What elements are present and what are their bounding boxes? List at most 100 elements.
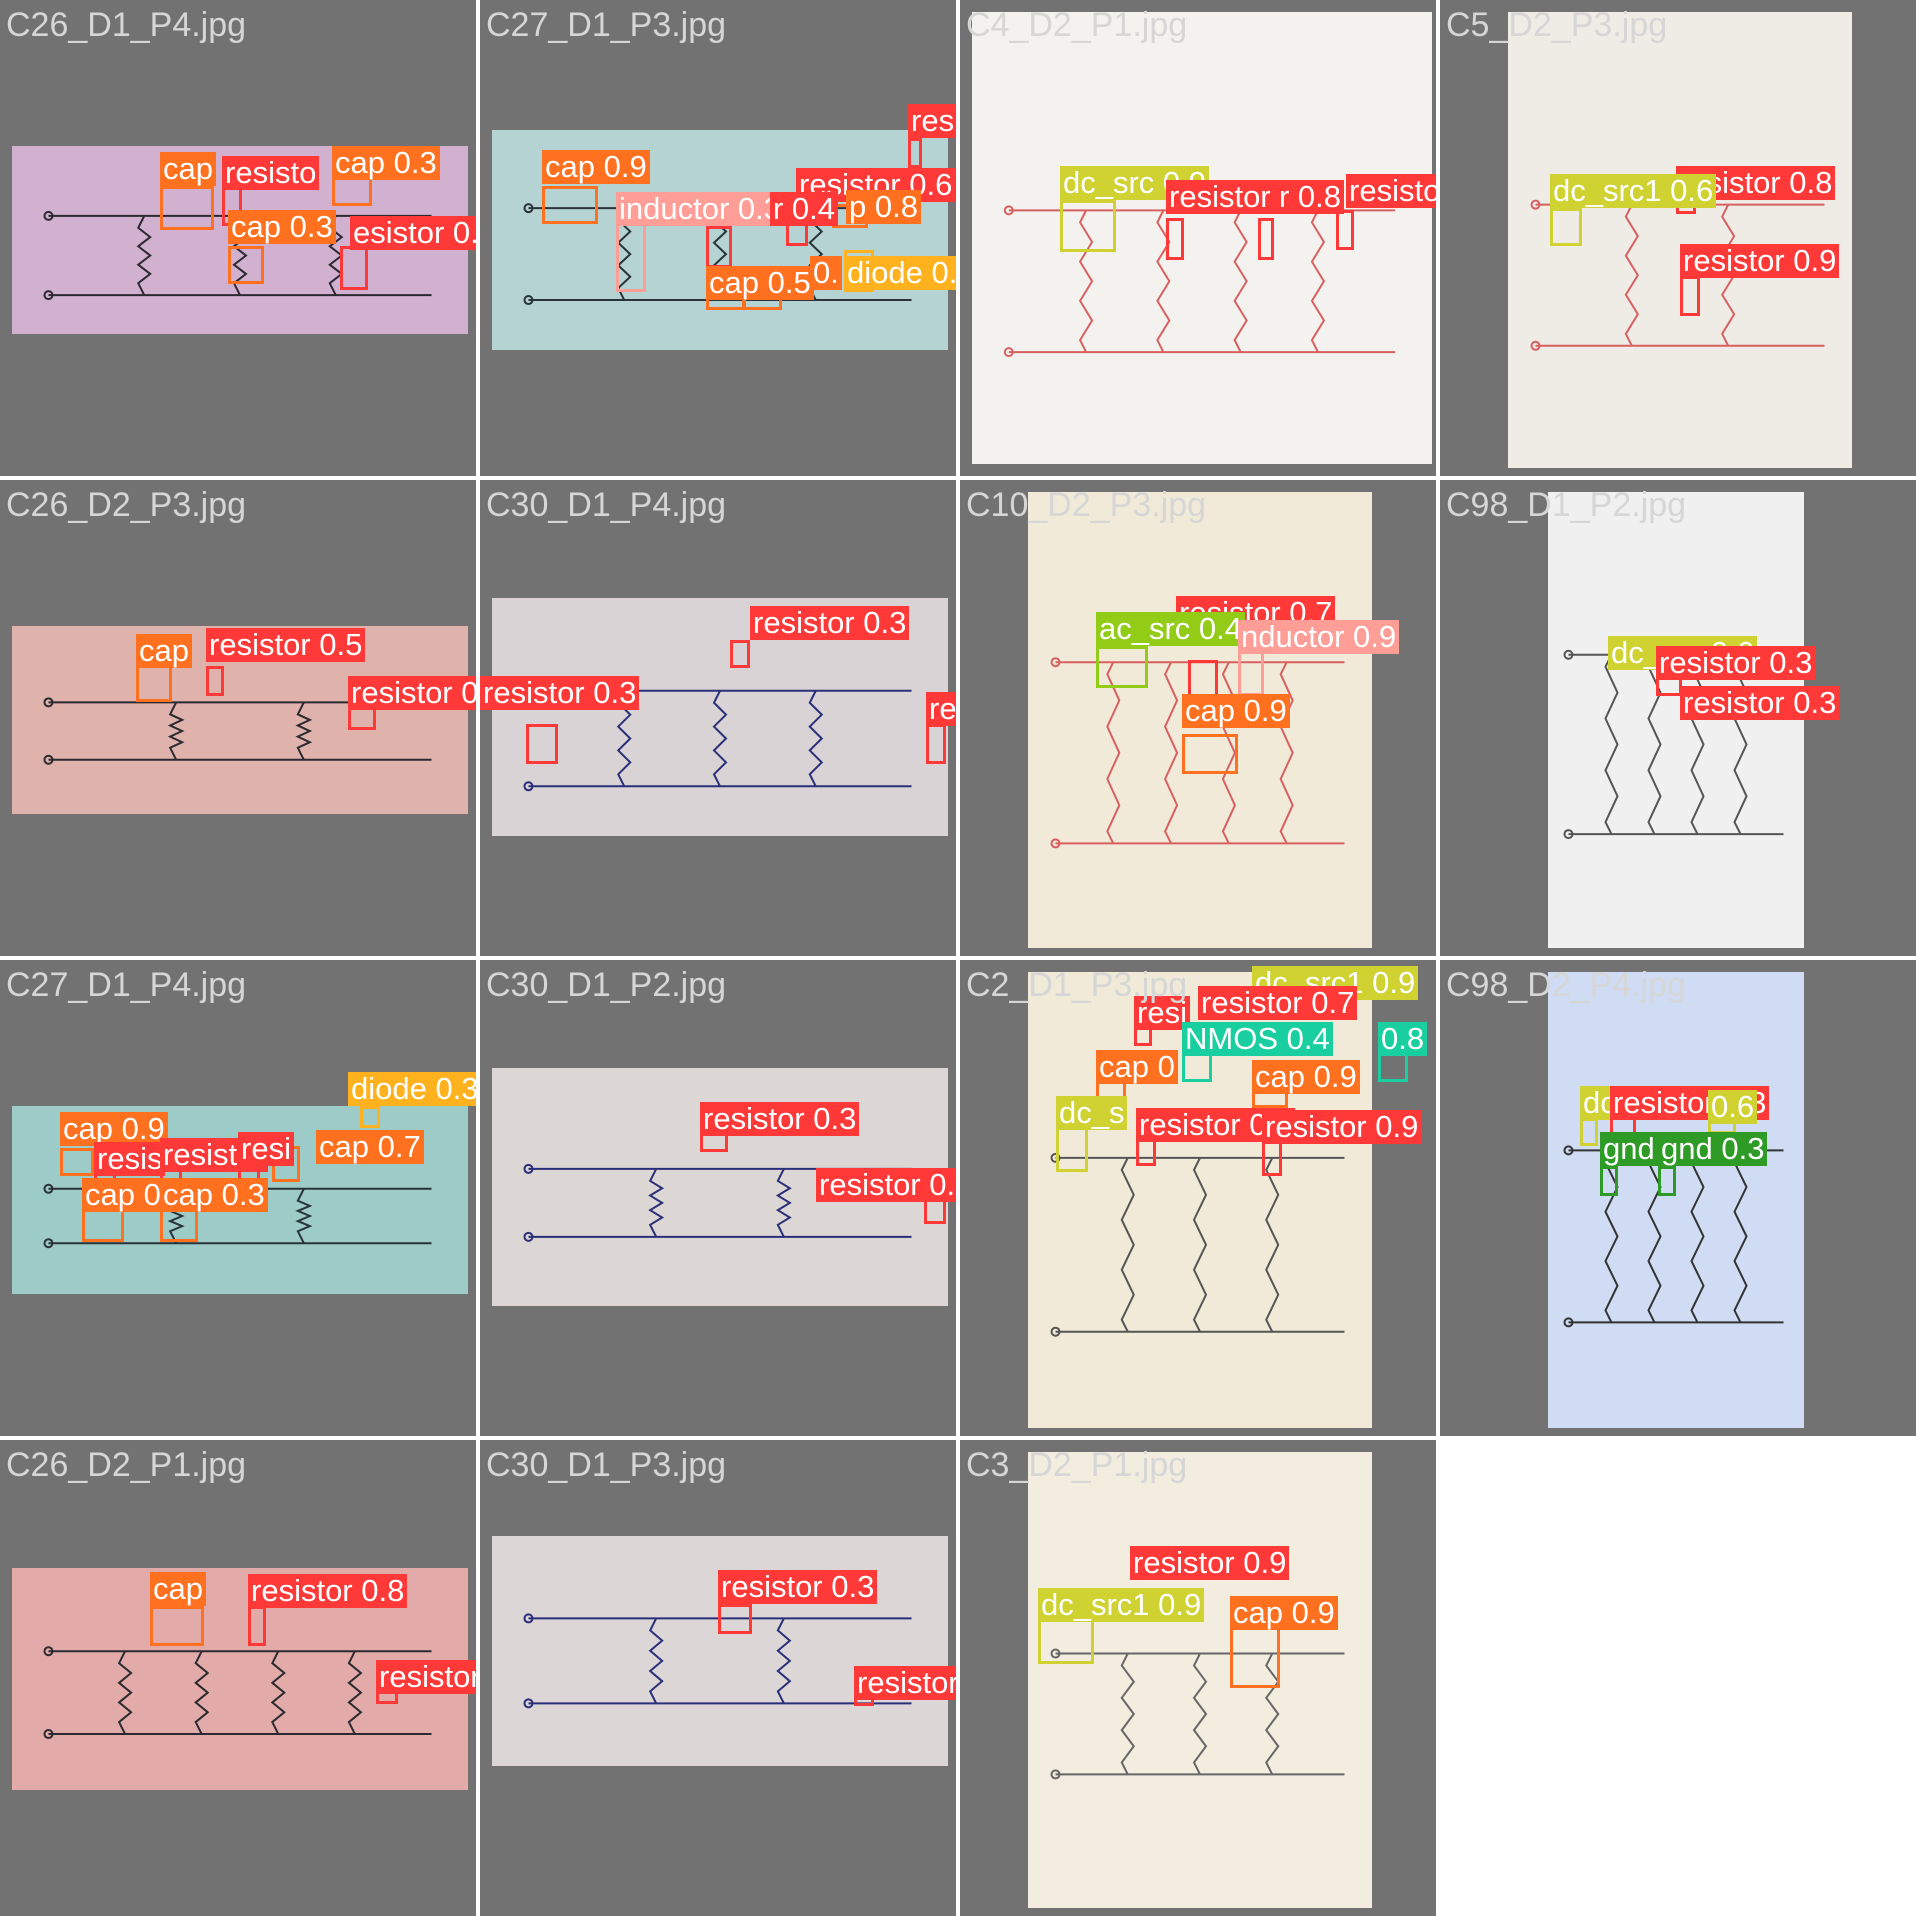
detection-label: gnd 0.3 — [1658, 1132, 1768, 1166]
detection-label: dc_src1 0.6 — [1550, 174, 1717, 208]
image-filename: C98_D2_P4.jpg — [1446, 966, 1687, 1004]
detection-label: resistor 0.9 — [926, 692, 956, 726]
detection-label: resistor 0.3 — [750, 606, 910, 640]
detection-label: resistor 0.8 — [248, 1574, 408, 1608]
detection-label: cap 0.9 — [1230, 1596, 1338, 1630]
image-filename: C10_D2_P3.jpg — [966, 486, 1207, 524]
detection-box — [60, 1148, 94, 1176]
detection-box — [1600, 1166, 1618, 1196]
detection-label: nductor 0.9 — [1238, 620, 1400, 654]
circuit-photo — [1028, 1452, 1372, 1908]
detection-label: 0.8 — [1378, 1022, 1428, 1056]
detection-label: inductor 0.3 — [616, 192, 784, 226]
detection-box — [542, 186, 598, 224]
circuit-photo — [1548, 972, 1804, 1428]
detection-label: resistor 0.3 — [1680, 686, 1840, 720]
detection-label: gnd — [1600, 1132, 1658, 1166]
mosaic-tile: C4_D2_P1.jpg dc_src 0.9 resistor 0.6 r 0.8 r… — [960, 0, 1436, 476]
mosaic-tile: C10_D2_P3.jpg resistor 0.7 ac_src 0.4 nduct… — [960, 480, 1436, 956]
detection-label: cap 0 — [1096, 1050, 1178, 1084]
detection-box — [926, 724, 946, 764]
detection-label: cap 0.9 — [542, 150, 650, 184]
mosaic-tile: C30_D1_P4.jpg resistor 0.3 resistor 0.3 res… — [480, 480, 956, 956]
detection-label: cap 0.3 — [228, 210, 336, 244]
mosaic-tile: C3_D2_P1.jpg resistor 0.9 dc_src1 0.9 cap 0… — [960, 1440, 1436, 1916]
detection-box — [616, 222, 646, 292]
image-filename: C30_D1_P4.jpg — [486, 486, 727, 524]
detection-label: cap — [160, 152, 216, 186]
detection-box — [730, 640, 750, 668]
detection-box — [1580, 1118, 1598, 1146]
detection-box — [1336, 210, 1354, 250]
image-filename: C30_D1_P3.jpg — [486, 1446, 727, 1484]
image-filename: C26_D2_P3.jpg — [6, 486, 247, 524]
detection-box — [908, 138, 922, 168]
detection-box — [206, 666, 224, 696]
detection-label: ac_src 0.4 — [1096, 612, 1246, 646]
detection-box — [1258, 218, 1274, 260]
image-filename: C98_D1_P2.jpg — [1446, 486, 1687, 524]
image-filename: C2_D1_P3.jpg — [966, 966, 1188, 1004]
detection-label: resisto — [222, 156, 320, 190]
image-filename: C27_D1_P3.jpg — [486, 6, 727, 44]
detection-box — [1166, 218, 1184, 260]
detection-label: resi — [238, 1132, 294, 1166]
mosaic-tile: C26_D1_P4.jpgcap resisto cap 0.3 cap 0.3 esi… — [0, 0, 476, 476]
mosaic-tile: C98_D2_P4.jpg dc resistor 0.3 0.6 gnd gnd 0.3 — [1440, 960, 1916, 1436]
detection-label: resistor 0. — [348, 676, 476, 710]
detection-box — [706, 226, 732, 268]
detection-box — [360, 1106, 380, 1128]
circuit-photo — [972, 12, 1432, 464]
detection-label: cap 0.3 — [332, 146, 440, 180]
image-filename: C26_D1_P4.jpg — [6, 6, 247, 44]
detection-label: resistor 0.7 — [1198, 986, 1358, 1020]
detection-label: resistor 0.3 — [718, 1570, 878, 1604]
detection-box — [228, 246, 264, 284]
detection-label: resistor 0.3 — [700, 1102, 860, 1136]
mosaic-tile: C26_D2_P3.jpgcap resistor 0.5 resistor 0. — [0, 480, 476, 956]
detection-label: resistor 0.5 — [816, 1168, 956, 1202]
detection-label: cap 0.7 — [316, 1130, 424, 1164]
detection-box — [340, 246, 368, 290]
image-filename: C27_D1_P4.jpg — [6, 966, 247, 1004]
mosaic-tile: C5_D2_P3.jpg resistor 0.8 dc_src1 0.6 resis… — [1440, 0, 1916, 476]
detection-box — [1096, 646, 1148, 688]
detection-box — [1680, 276, 1700, 316]
detection-label: resistor 0.5 — [206, 628, 366, 662]
detection-label: 0. — [810, 256, 842, 290]
detection-label: r 0.4 — [770, 192, 839, 226]
detection-box — [1182, 734, 1238, 774]
detection-label: resistor 0.9 — [376, 1660, 476, 1694]
detection-box — [248, 1606, 266, 1646]
image-filename: C4_D2_P1.jpg — [966, 6, 1188, 44]
detection-box — [718, 1604, 752, 1634]
detection-label: resistor 0.3 — [1656, 646, 1816, 680]
detection-label: resistor 0.4 — [854, 1666, 956, 1700]
detection-label: dc_s — [1056, 1096, 1128, 1130]
detection-label: 0.6 — [1708, 1090, 1758, 1124]
detection-label: diode 0.3 — [844, 256, 956, 290]
detection-label: r 0.8 — [1276, 180, 1345, 214]
detection-box — [1658, 1166, 1676, 1196]
detection-box — [160, 186, 214, 230]
image-filename: C3_D2_P1.jpg — [966, 1446, 1188, 1484]
detection-box — [1060, 200, 1116, 252]
mosaic-tile: C27_D1_P4.jpg diode 0.3 cap 0.9 resis resist… — [0, 960, 476, 1436]
detection-box — [1056, 1126, 1088, 1172]
detection-label: cap 0.5 — [706, 266, 814, 300]
detection-box — [150, 1606, 204, 1646]
detection-label: cap — [136, 634, 192, 668]
detection-label: resis — [94, 1142, 166, 1176]
detection-label: resistor 0.7 — [1346, 174, 1436, 208]
detection-label: resistor 0.9 — [1262, 1110, 1422, 1144]
image-filename: C5_D2_P3.jpg — [1446, 6, 1668, 44]
mosaic-tile: C98_D1_P2.jpgdc_src 0.6resistor 0.3resis… — [1440, 480, 1916, 956]
detection-label: resistor 0.9 — [1680, 244, 1840, 278]
image-filename: C26_D2_P1.jpg — [6, 1446, 247, 1484]
detection-label: diode 0.3 — [348, 1072, 476, 1106]
detection-label: esistor 0.7 — [350, 216, 476, 250]
detection-label: NMOS 0.4 — [1182, 1022, 1333, 1056]
detection-box — [1550, 208, 1582, 246]
detection-box — [1230, 1626, 1280, 1688]
mosaic-tile: C30_D1_P3.jpg resistor 0.3 resistor 0.4 — [480, 1440, 956, 1916]
